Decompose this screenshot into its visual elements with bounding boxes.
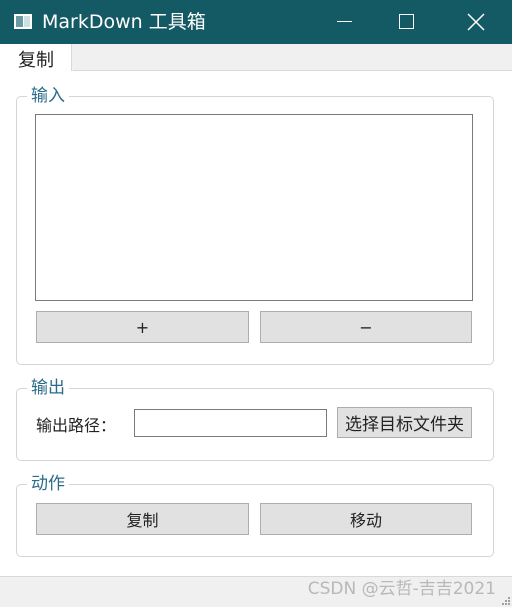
select-folder-button[interactable]: 选择目标文件夹: [337, 407, 472, 438]
maximize-button[interactable]: [382, 0, 428, 44]
title-bar: MarkDown 工具箱: [0, 0, 512, 44]
input-file-list[interactable]: [35, 114, 473, 301]
output-path-input[interactable]: [134, 409, 327, 437]
app-icon: [14, 14, 32, 29]
close-button[interactable]: [452, 0, 498, 44]
copy-button[interactable]: 复制: [36, 503, 249, 535]
minimize-button[interactable]: [320, 0, 366, 44]
input-group-title: 输入: [27, 85, 69, 107]
tab-copy[interactable]: 复制: [0, 44, 72, 71]
move-button[interactable]: 移动: [260, 503, 472, 535]
add-button[interactable]: +: [36, 311, 249, 343]
resize-grip-icon[interactable]: [502, 597, 510, 605]
window-title: MarkDown 工具箱: [42, 11, 206, 33]
output-path-label: 输出路径：: [36, 416, 117, 435]
action-group-title: 动作: [27, 473, 69, 495]
tab-bar: [0, 44, 512, 71]
output-group-title: 输出: [27, 377, 69, 399]
close-icon: [467, 13, 485, 31]
watermark-text: CSDN @云哲-吉吉2021: [307, 579, 496, 599]
minimize-icon: [337, 21, 352, 22]
tab-copy-label: 复制: [18, 50, 54, 71]
remove-button[interactable]: −: [260, 311, 472, 343]
maximize-icon: [399, 14, 414, 29]
